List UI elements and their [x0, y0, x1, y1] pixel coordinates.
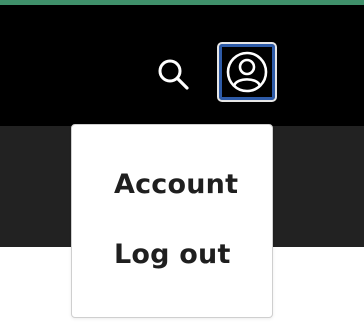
header-bar [0, 5, 364, 126]
search-icon [158, 59, 189, 90]
search-button[interactable] [152, 53, 194, 95]
menu-item-log-out[interactable]: Log out [114, 239, 231, 270]
user-circle-icon [226, 51, 268, 93]
account-menu-button[interactable] [217, 42, 277, 102]
menu-item-account[interactable]: Account [114, 169, 238, 200]
account-dropdown-menu: Account Log out [71, 124, 273, 318]
